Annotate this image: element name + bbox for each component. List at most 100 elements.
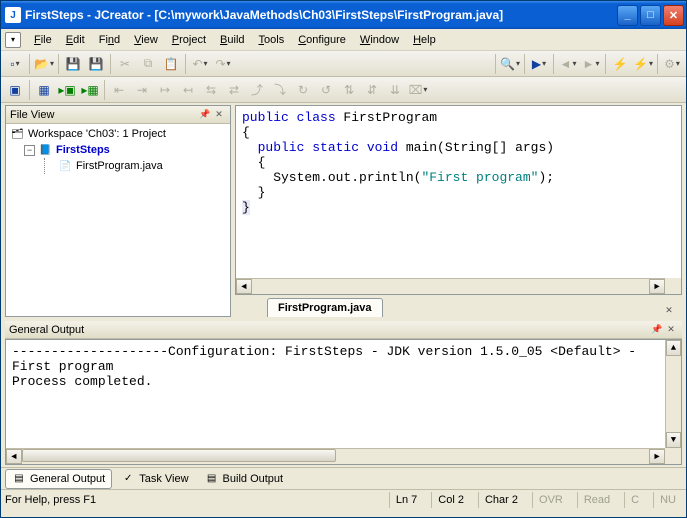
menu-project[interactable]: Project (165, 32, 213, 48)
menu-window[interactable]: Window (353, 32, 406, 48)
scroll-down-icon[interactable]: ▼ (666, 432, 681, 448)
scroll-right-icon[interactable]: ► (649, 279, 665, 294)
status-help: For Help, press F1 (5, 494, 96, 506)
collapse-icon[interactable]: − (24, 145, 35, 156)
editor-tabs: FirstProgram.java ✕ (235, 295, 682, 317)
output-text[interactable]: --------------------Configuration: First… (5, 339, 682, 465)
minimize-button[interactable]: _ (617, 5, 638, 26)
output-close-button[interactable]: ✕ (664, 323, 678, 337)
menubar: ▾ File Edit Find View Project Build Tool… (1, 29, 686, 51)
panel-close-button[interactable]: ✕ (212, 108, 226, 122)
menu-build[interactable]: Build (213, 32, 251, 48)
file-view-title: File View (10, 109, 54, 121)
config-button[interactable]: ⚙▾ (661, 53, 683, 75)
t2-b4[interactable]: ↤ (177, 79, 199, 101)
output-line: First program (12, 359, 675, 374)
output-line: Process completed. (12, 374, 675, 389)
menu-edit[interactable]: Edit (59, 32, 92, 48)
file-tree[interactable]: 🗂 Workspace 'Ch03': 1 Project − 📘 FirstS… (6, 124, 230, 316)
menu-help[interactable]: Help (406, 32, 443, 48)
workspace-icon: 🗂 (10, 127, 25, 141)
t2-b13[interactable]: ⇊ (384, 79, 406, 101)
workspace: File View 📌 ✕ 🗂 Workspace 'Ch03': 1 Proj… (1, 103, 686, 319)
editor-pane: public class FirstProgram { public stati… (235, 105, 682, 317)
nav-back-button[interactable]: ◄▾ (557, 53, 579, 75)
scroll-left-icon[interactable]: ◄ (236, 279, 252, 294)
t2-b12[interactable]: ⇵ (361, 79, 383, 101)
menu-find[interactable]: Find (92, 32, 127, 48)
output-tabs: ▤ General Output ✓ Task View ▤ Build Out… (1, 467, 686, 489)
toolbar-build: ▣ ▦ ▸▣ ▸▦ ⇤ ⇥ ↦ ↤ ⇆ ⇄ ⤴ ⤵ ↻ ↺ ⇅ ⇵ ⇊ ⌧▾ (1, 77, 686, 103)
workspace-label[interactable]: Workspace 'Ch03': 1 Project (28, 128, 166, 140)
bolt1-button[interactable]: ⚡ (609, 53, 631, 75)
t2-b7[interactable]: ⤴ (246, 79, 268, 101)
scroll-thumb[interactable] (22, 449, 336, 462)
t2-b3[interactable]: ↦ (154, 79, 176, 101)
t2-b10[interactable]: ↺ (315, 79, 337, 101)
nav-fwd-button[interactable]: ►▾ (580, 53, 602, 75)
t2-b9[interactable]: ↻ (292, 79, 314, 101)
scroll-up-icon[interactable]: ▲ (666, 340, 681, 356)
t2-b8[interactable]: ⤵ (269, 79, 291, 101)
status-read: Read (577, 492, 616, 508)
editor-close-button[interactable]: ✕ (662, 303, 676, 317)
build-tab-icon: ▤ (205, 472, 219, 486)
output-hscroll[interactable]: ◄ ► (6, 448, 665, 464)
t2-b1[interactable]: ⇤ (108, 79, 130, 101)
file-label[interactable]: FirstProgram.java (76, 160, 163, 172)
menu-view[interactable]: View (127, 32, 165, 48)
status-num: NU (653, 492, 682, 508)
menu-configure[interactable]: Configure (291, 32, 353, 48)
pin-icon[interactable]: 📌 (198, 108, 212, 122)
output-vscroll[interactable]: ▲ ▼ (665, 340, 681, 448)
scroll-left-icon[interactable]: ◄ (6, 449, 22, 464)
statusbar: For Help, press F1 Ln 7 Col 2 Char 2 OVR… (1, 489, 686, 509)
maximize-button[interactable]: □ (640, 5, 661, 26)
tree-project[interactable]: − 📘 FirstSteps (8, 142, 228, 158)
output-title: General Output (9, 324, 84, 336)
scroll-right-icon[interactable]: ► (649, 449, 665, 464)
code-editor[interactable]: public class FirstProgram { public stati… (235, 105, 682, 295)
menu-file[interactable]: File (27, 32, 59, 48)
editor-tab-firstprogram[interactable]: FirstProgram.java (267, 298, 383, 317)
t2-b5[interactable]: ⇆ (200, 79, 222, 101)
save-all-button[interactable]: 💾 (85, 53, 107, 75)
t2-b2[interactable]: ⇥ (131, 79, 153, 101)
tree-workspace[interactable]: 🗂 Workspace 'Ch03': 1 Project (8, 126, 228, 142)
run-button[interactable]: ▶▾ (528, 53, 550, 75)
execute-file-button[interactable]: ▸▣ (56, 79, 78, 101)
find-button[interactable]: 🔍▾ (499, 53, 521, 75)
t2-b14[interactable]: ⌧▾ (407, 79, 429, 101)
tree-file[interactable]: 📄 FirstProgram.java (8, 158, 228, 174)
paste-button[interactable]: 📋 (160, 53, 182, 75)
compile-file-button[interactable]: ▣ (4, 79, 26, 101)
system-menu-icon[interactable]: ▾ (5, 32, 21, 48)
open-button[interactable]: 📂▾ (33, 53, 55, 75)
menu-tools[interactable]: Tools (252, 32, 292, 48)
close-button[interactable]: ✕ (663, 5, 684, 26)
compile-project-button[interactable]: ▦ (33, 79, 55, 101)
project-label[interactable]: FirstSteps (56, 144, 110, 156)
execute-project-button[interactable]: ▸▦ (79, 79, 101, 101)
status-char: Char 2 (478, 492, 524, 508)
output-pin-icon[interactable]: 📌 (650, 323, 664, 337)
undo-button[interactable]: ↶▾ (189, 53, 211, 75)
titlebar: J FirstSteps - JCreator - [C:\mywork\Jav… (1, 1, 686, 29)
tab-general-output[interactable]: ▤ General Output (5, 469, 112, 489)
new-file-button[interactable]: ▫▾ (4, 53, 26, 75)
save-button[interactable]: 💾 (62, 53, 84, 75)
copy-button[interactable]: ⧉ (137, 53, 159, 75)
t2-b6[interactable]: ⇄ (223, 79, 245, 101)
t2-b11[interactable]: ⇅ (338, 79, 360, 101)
redo-button[interactable]: ↷▾ (212, 53, 234, 75)
tab-build-output[interactable]: ▤ Build Output (198, 469, 291, 489)
output-header: General Output 📌 ✕ (5, 321, 682, 339)
status-line: Ln 7 (389, 492, 423, 508)
tab-task-view[interactable]: ✓ Task View (114, 469, 195, 489)
file-view-header: File View 📌 ✕ (6, 106, 230, 124)
cut-button[interactable]: ✂ (114, 53, 136, 75)
project-icon: 📘 (38, 143, 53, 157)
output-panel: General Output 📌 ✕ --------------------C… (5, 321, 682, 465)
bolt2-button[interactable]: ⚡▾ (632, 53, 654, 75)
editor-hscroll[interactable]: ◄ ► (236, 278, 665, 294)
